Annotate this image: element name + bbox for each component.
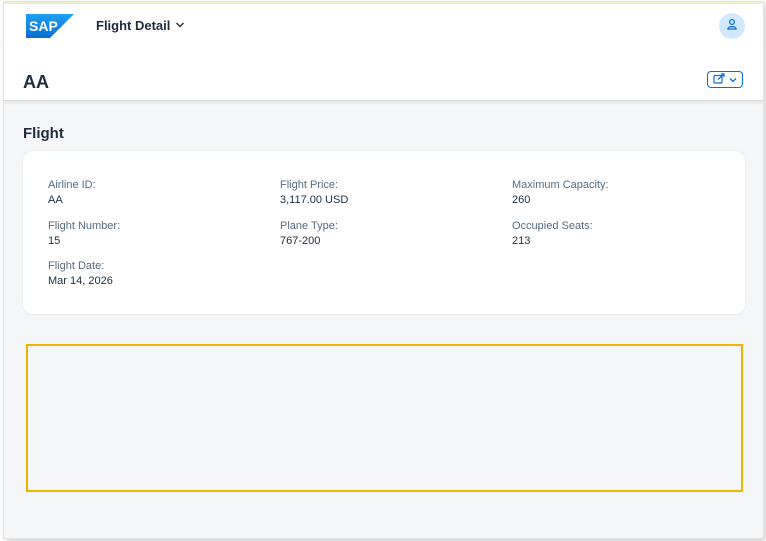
field-label: Plane Type: bbox=[280, 220, 338, 232]
chevron-down-icon bbox=[175, 18, 185, 33]
field-label: Flight Number: bbox=[48, 220, 121, 232]
page-title: AA bbox=[23, 72, 49, 92]
share-menu-button[interactable] bbox=[707, 71, 743, 88]
field-plane-type: Plane Type: 767-200 bbox=[280, 219, 338, 249]
field-label: Airline ID: bbox=[48, 179, 96, 191]
field-label: Flight Price: bbox=[280, 179, 339, 191]
sap-logo[interactable]: SAP bbox=[26, 14, 74, 38]
field-airline-id: Airline ID: AA bbox=[48, 178, 96, 208]
field-value: AA bbox=[48, 194, 63, 206]
user-avatar-button[interactable] bbox=[719, 13, 745, 39]
field-flight-price: Flight Price: 3,117.00 USD bbox=[280, 178, 348, 208]
field-flight-number: Flight Number: 15 bbox=[48, 219, 120, 249]
field-label: Maximum Capacity: bbox=[512, 179, 609, 191]
field-value: 213 bbox=[512, 235, 531, 247]
highlight-box bbox=[26, 344, 743, 492]
field-occupied-seats: Occupied Seats: 213 bbox=[512, 219, 593, 249]
chevron-down-icon bbox=[729, 71, 737, 89]
app-title-menu[interactable]: Flight Detail bbox=[96, 18, 185, 33]
shell-bar: SAP Flight Detail bbox=[4, 4, 763, 48]
field-value: 767-200 bbox=[280, 235, 321, 247]
field-value: 15 bbox=[48, 235, 61, 247]
field-value: 3,117.00 USD bbox=[280, 194, 349, 206]
field-label: Flight Date: bbox=[48, 260, 105, 272]
app-title-label: Flight Detail bbox=[96, 18, 171, 33]
logo-text: SAP bbox=[29, 18, 58, 34]
section-title: Flight bbox=[23, 125, 64, 142]
field-label: Occupied Seats: bbox=[512, 220, 593, 232]
flight-details-card: Airline ID: AA Flight Number: 15 Flight … bbox=[23, 151, 745, 314]
object-page-header: AA bbox=[4, 48, 763, 101]
field-maximum-capacity: Maximum Capacity: 260 bbox=[512, 178, 609, 208]
app-window: SAP Flight Detail AA Flight Airline ID: … bbox=[4, 2, 763, 538]
user-icon bbox=[726, 17, 738, 35]
field-value: Mar 14, 2026 bbox=[48, 275, 113, 287]
field-value: 260 bbox=[512, 194, 531, 206]
share-icon bbox=[713, 71, 726, 89]
field-flight-date: Flight Date: Mar 14, 2026 bbox=[48, 259, 113, 289]
